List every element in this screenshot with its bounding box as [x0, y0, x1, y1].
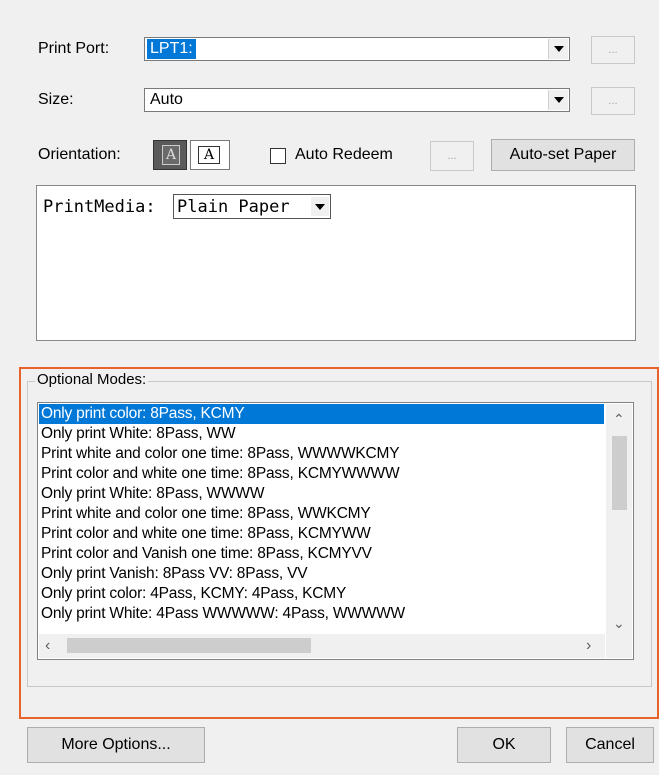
size-browse-button[interactable]: ... [591, 87, 635, 115]
scrollbar-corner [606, 634, 632, 658]
print-port-browse-button[interactable]: ... [591, 36, 635, 64]
vertical-scrollbar[interactable]: ⌃ ⌄ [606, 404, 632, 635]
orientation-landscape-button[interactable]: A [190, 140, 230, 170]
print-port-value: LPT1: [147, 39, 196, 59]
optional-modes-list[interactable]: Only print color: 8Pass, KCMY Only print … [37, 402, 634, 660]
cancel-button[interactable]: Cancel [566, 727, 654, 763]
print-port-select[interactable]: LPT1: [144, 37, 570, 61]
print-media-panel: PrintMedia: Plain Paper [36, 185, 636, 341]
auto-set-paper-button[interactable]: Auto-set Paper [491, 139, 635, 171]
orientation-portrait-button[interactable]: A [153, 140, 187, 170]
ok-button[interactable]: OK [457, 727, 551, 763]
horizontal-scrollbar[interactable]: ‹ › [39, 634, 605, 658]
list-item[interactable]: Print color and Vanish one time: 8Pass, … [39, 544, 604, 564]
list-item[interactable]: Print white and color one time: 8Pass, W… [39, 444, 604, 464]
chevron-down-icon[interactable]: ⌄ [613, 616, 625, 630]
optional-modes-title: Optional Modes: [35, 371, 149, 388]
chevron-down-icon[interactable] [548, 90, 568, 110]
vertical-scroll-thumb[interactable] [612, 436, 627, 510]
chevron-down-icon[interactable] [548, 39, 568, 59]
more-options-button[interactable]: More Options... [27, 727, 205, 763]
size-label: Size: [38, 91, 74, 108]
size-value: Auto [150, 91, 183, 108]
size-select[interactable]: Auto [144, 88, 570, 112]
chevron-up-icon[interactable]: ⌃ [613, 412, 625, 426]
list-item[interactable]: Print color and white one time: 8Pass, K… [39, 524, 604, 544]
print-port-label: Print Port: [38, 40, 110, 57]
list-item[interactable]: Print color and white one time: 8Pass, K… [39, 464, 604, 484]
list-item[interactable]: Only print White: 8Pass, WWWW [39, 484, 604, 504]
print-media-value: Plain Paper [177, 197, 290, 217]
print-media-select[interactable]: Plain Paper [173, 194, 331, 219]
chevron-left-icon[interactable]: ‹ [45, 638, 50, 654]
auto-redeem-browse-button[interactable]: ... [430, 141, 474, 171]
portrait-page-icon: A [162, 145, 180, 165]
horizontal-scroll-thumb[interactable] [67, 638, 311, 653]
print-media-label: PrintMedia: [43, 197, 156, 217]
list-item[interactable]: Only print Vanish: 8Pass VV: 8Pass, VV [39, 564, 604, 584]
auto-redeem-label[interactable]: Auto Redeem [295, 146, 393, 164]
list-item[interactable]: Only print White: 4Pass WWWWW: 4Pass, WW… [39, 604, 604, 624]
list-item[interactable]: Only print color: 8Pass, KCMY [39, 404, 604, 424]
list-item[interactable]: Only print color: 4Pass, KCMY: 4Pass, KC… [39, 584, 604, 604]
optional-modes-items: Only print color: 8Pass, KCMY Only print … [39, 404, 604, 634]
auto-redeem-checkbox[interactable] [270, 148, 286, 164]
list-item[interactable]: Only print White: 8Pass, WW [39, 424, 604, 444]
list-item[interactable]: Print white and color one time: 8Pass, W… [39, 504, 604, 524]
chevron-right-icon[interactable]: › [586, 638, 591, 654]
landscape-page-icon: A [198, 146, 220, 164]
chevron-down-icon[interactable] [311, 197, 329, 216]
orientation-label: Orientation: [38, 146, 121, 163]
